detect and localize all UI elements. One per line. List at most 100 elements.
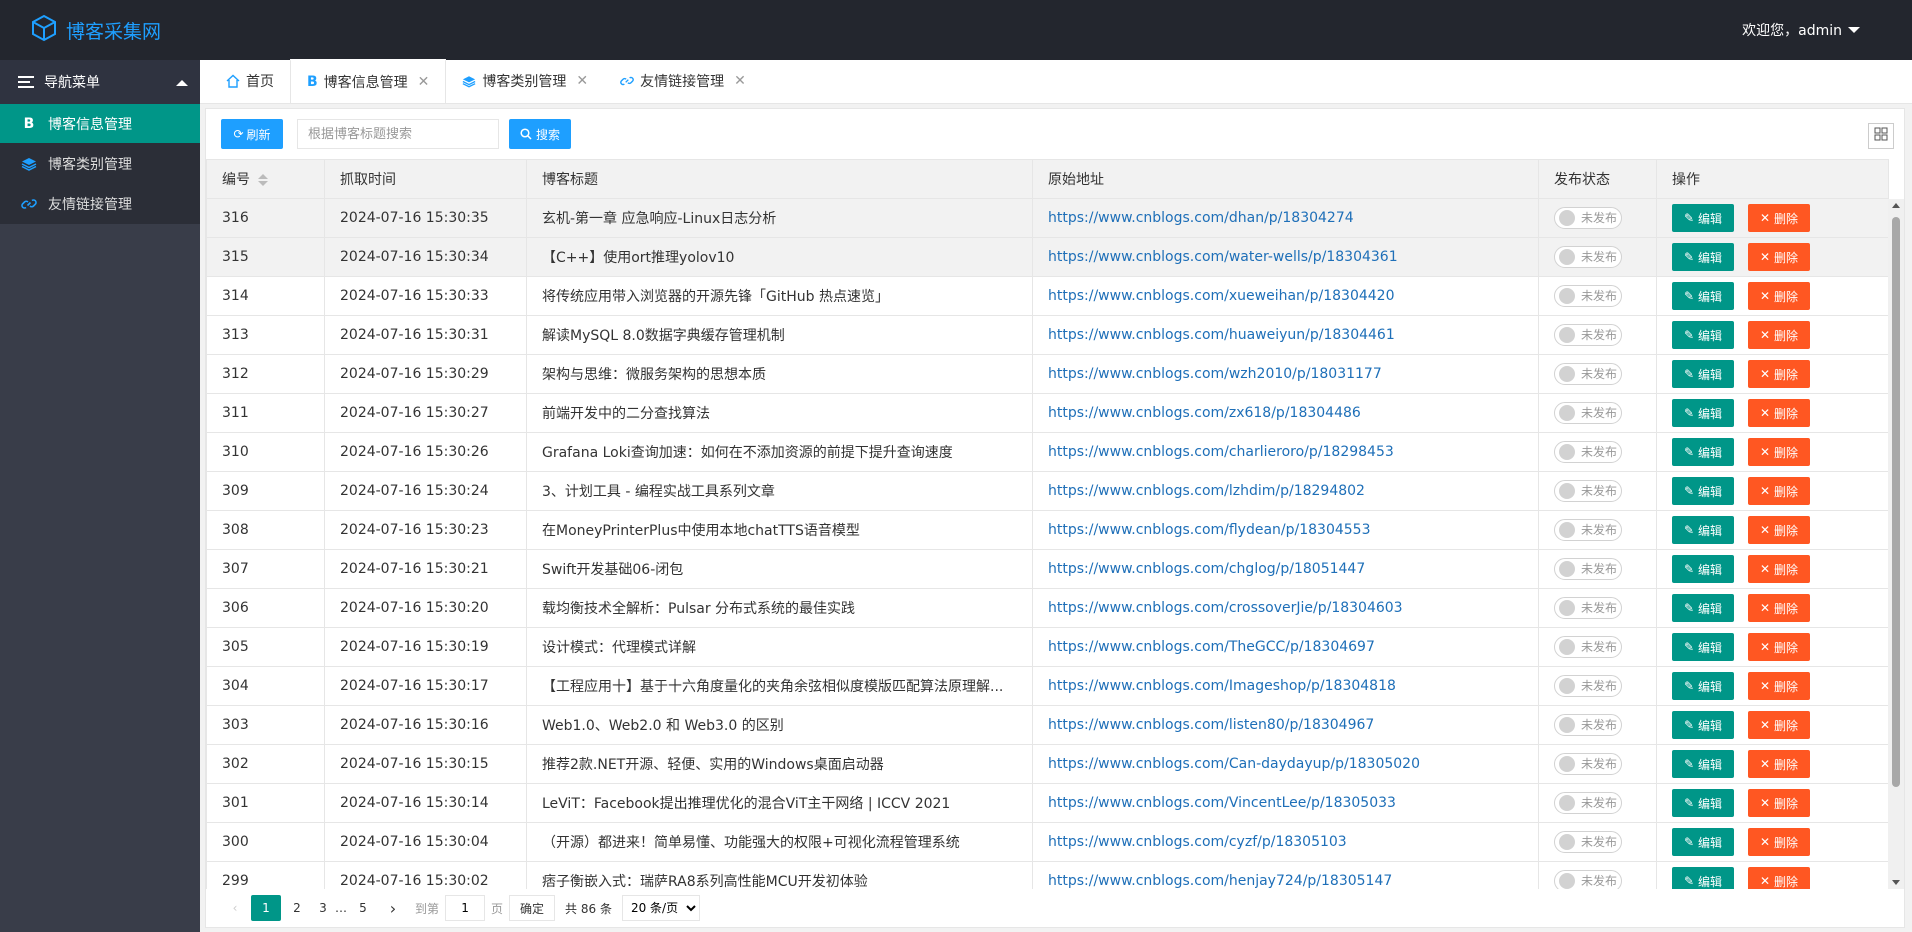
edit-button[interactable]: ✎ 编辑 xyxy=(1672,516,1734,544)
publish-toggle[interactable]: 未发布 xyxy=(1554,713,1622,736)
sidebar-item-blog-info[interactable]: B 博客信息管理 xyxy=(0,104,200,144)
publish-toggle[interactable]: 未发布 xyxy=(1554,401,1622,424)
delete-button[interactable]: ✕ 删除 xyxy=(1748,828,1810,856)
delete-button[interactable]: ✕ 删除 xyxy=(1748,789,1810,817)
tab-home[interactable]: 首页 xyxy=(210,59,290,103)
tab-blog-category[interactable]: 博客类别管理 ✕ xyxy=(446,59,604,103)
edit-button[interactable]: ✎ 编辑 xyxy=(1672,360,1734,388)
publish-toggle[interactable]: 未发布 xyxy=(1554,596,1622,619)
publish-toggle[interactable]: 未发布 xyxy=(1554,206,1622,229)
page-button[interactable]: 3 xyxy=(313,895,333,921)
publish-toggle[interactable]: 未发布 xyxy=(1554,479,1622,502)
cell-url-link[interactable]: https://www.cnblogs.com/xueweihan/p/1830… xyxy=(1032,276,1539,316)
edit-button[interactable]: ✎ 编辑 xyxy=(1672,867,1734,889)
delete-button[interactable]: ✕ 删除 xyxy=(1748,360,1810,388)
edit-button[interactable]: ✎ 编辑 xyxy=(1672,672,1734,700)
cell-url-link[interactable]: https://www.cnblogs.com/henjay724/p/1830… xyxy=(1032,861,1539,889)
collapse-up-icon[interactable] xyxy=(176,80,188,86)
delete-button[interactable]: ✕ 删除 xyxy=(1748,633,1810,661)
column-filter-button[interactable] xyxy=(1868,123,1894,149)
delete-button[interactable]: ✕ 删除 xyxy=(1748,555,1810,583)
close-icon[interactable]: ✕ xyxy=(734,73,746,89)
delete-button[interactable]: ✕ 删除 xyxy=(1748,672,1810,700)
cell-url-link[interactable]: https://www.cnblogs.com/listen80/p/18304… xyxy=(1032,705,1539,745)
delete-button[interactable]: ✕ 删除 xyxy=(1748,594,1810,622)
app-logo[interactable]: 博客采集网 xyxy=(30,12,161,48)
delete-button[interactable]: ✕ 删除 xyxy=(1748,711,1810,739)
delete-button[interactable]: ✕ 删除 xyxy=(1748,438,1810,466)
cell-url-link[interactable]: https://www.cnblogs.com/flydean/p/183045… xyxy=(1032,510,1539,550)
publish-toggle[interactable]: 未发布 xyxy=(1554,635,1622,658)
edit-button[interactable]: ✎ 编辑 xyxy=(1672,789,1734,817)
search-input[interactable] xyxy=(297,119,499,149)
scroll-thumb[interactable] xyxy=(1892,217,1900,787)
edit-button[interactable]: ✎ 编辑 xyxy=(1672,555,1734,583)
edit-button[interactable]: ✎ 编辑 xyxy=(1672,633,1734,661)
close-icon[interactable]: ✕ xyxy=(576,73,588,89)
tab-blog-info[interactable]: B 博客信息管理 ✕ xyxy=(290,59,447,103)
delete-button[interactable]: ✕ 删除 xyxy=(1748,399,1810,427)
publish-toggle[interactable]: 未发布 xyxy=(1554,284,1622,307)
prev-page-button[interactable]: ‹ xyxy=(221,895,249,921)
edit-button[interactable]: ✎ 编辑 xyxy=(1672,750,1734,778)
edit-button[interactable]: ✎ 编辑 xyxy=(1672,438,1734,466)
sidebar-item-friend-links[interactable]: 友情链接管理 xyxy=(0,184,200,224)
cell-url-link[interactable]: https://www.cnblogs.com/cyzf/p/18305103 xyxy=(1032,822,1539,862)
nav-menu-header[interactable]: 导航菜单 xyxy=(0,60,200,104)
publish-toggle[interactable]: 未发布 xyxy=(1554,830,1622,853)
cell-url-link[interactable]: https://www.cnblogs.com/dhan/p/18304274 xyxy=(1032,198,1539,238)
publish-toggle[interactable]: 未发布 xyxy=(1554,440,1622,463)
delete-button[interactable]: ✕ 删除 xyxy=(1748,750,1810,778)
delete-button[interactable]: ✕ 删除 xyxy=(1748,477,1810,505)
edit-button[interactable]: ✎ 编辑 xyxy=(1672,399,1734,427)
goto-page-input[interactable] xyxy=(445,895,486,921)
page-button[interactable]: 5 xyxy=(349,895,377,921)
edit-button[interactable]: ✎ 编辑 xyxy=(1672,594,1734,622)
publish-toggle[interactable]: 未发布 xyxy=(1554,791,1622,814)
page-button[interactable]: 1 xyxy=(251,895,281,921)
scroll-down-icon[interactable] xyxy=(1892,880,1900,885)
cell-url-link[interactable]: https://www.cnblogs.com/crossoverJie/p/1… xyxy=(1032,588,1539,628)
cell-url-link[interactable]: https://www.cnblogs.com/zx618/p/18304486 xyxy=(1032,393,1539,433)
cell-url-link[interactable]: https://www.cnblogs.com/TheGCC/p/1830469… xyxy=(1032,627,1539,667)
close-icon[interactable]: ✕ xyxy=(418,74,430,90)
publish-toggle[interactable]: 未发布 xyxy=(1554,869,1622,889)
publish-toggle[interactable]: 未发布 xyxy=(1554,752,1622,775)
scroll-up-icon[interactable] xyxy=(1892,203,1900,208)
publish-toggle[interactable]: 未发布 xyxy=(1554,674,1622,697)
cell-url-link[interactable]: https://www.cnblogs.com/water-wells/p/18… xyxy=(1032,237,1539,277)
next-page-button[interactable]: › xyxy=(379,895,407,921)
column-header-id[interactable]: 编号 xyxy=(206,159,325,199)
publish-toggle[interactable]: 未发布 xyxy=(1554,323,1622,346)
cell-url-link[interactable]: https://www.cnblogs.com/huaweiyun/p/1830… xyxy=(1032,315,1539,355)
publish-toggle[interactable]: 未发布 xyxy=(1554,518,1622,541)
search-button[interactable]: 搜索 xyxy=(509,119,571,149)
edit-button[interactable]: ✎ 编辑 xyxy=(1672,321,1734,349)
edit-button[interactable]: ✎ 编辑 xyxy=(1672,204,1734,232)
edit-button[interactable]: ✎ 编辑 xyxy=(1672,828,1734,856)
delete-button[interactable]: ✕ 删除 xyxy=(1748,516,1810,544)
delete-button[interactable]: ✕ 删除 xyxy=(1748,243,1810,271)
page-button[interactable]: 2 xyxy=(283,895,311,921)
delete-button[interactable]: ✕ 删除 xyxy=(1748,321,1810,349)
confirm-button[interactable]: 确定 xyxy=(509,895,556,921)
edit-button[interactable]: ✎ 编辑 xyxy=(1672,243,1734,271)
refresh-button[interactable]: ⟳ 刷新 xyxy=(221,119,283,149)
publish-toggle[interactable]: 未发布 xyxy=(1554,245,1622,268)
cell-url-link[interactable]: https://www.cnblogs.com/wzh2010/p/180311… xyxy=(1032,354,1539,394)
delete-button[interactable]: ✕ 删除 xyxy=(1748,282,1810,310)
publish-toggle[interactable]: 未发布 xyxy=(1554,362,1622,385)
edit-button[interactable]: ✎ 编辑 xyxy=(1672,477,1734,505)
sidebar-item-blog-category[interactable]: 博客类别管理 xyxy=(0,144,200,184)
delete-button[interactable]: ✕ 删除 xyxy=(1748,204,1810,232)
cell-url-link[interactable]: https://www.cnblogs.com/chglog/p/1805144… xyxy=(1032,549,1539,589)
cell-url-link[interactable]: https://www.cnblogs.com/Imageshop/p/1830… xyxy=(1032,666,1539,706)
delete-button[interactable]: ✕ 删除 xyxy=(1748,867,1810,889)
sort-icon[interactable] xyxy=(258,174,268,186)
cell-url-link[interactable]: https://www.cnblogs.com/Can-daydayup/p/1… xyxy=(1032,744,1539,784)
page-size-select[interactable]: 20 条/页 xyxy=(621,895,700,921)
cell-url-link[interactable]: https://www.cnblogs.com/charlieroro/p/18… xyxy=(1032,432,1539,472)
cell-url-link[interactable]: https://www.cnblogs.com/lzhdim/p/1829480… xyxy=(1032,471,1539,511)
edit-button[interactable]: ✎ 编辑 xyxy=(1672,711,1734,739)
table-scrollbar[interactable] xyxy=(1888,199,1904,889)
